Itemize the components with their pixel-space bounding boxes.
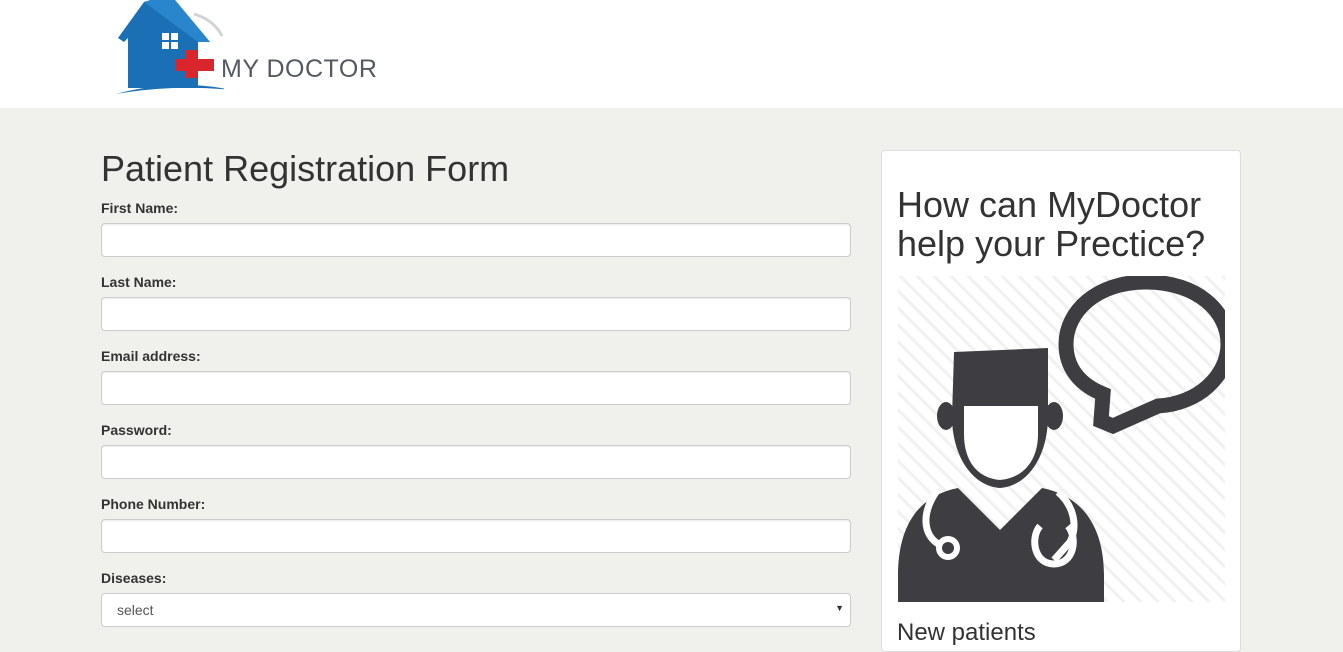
password-field: Password: [101,423,851,479]
first-name-input[interactable] [101,223,851,257]
my-doctor-logo[interactable]: MY DOCTOR [114,0,404,100]
doctor-chat-icon [898,276,1225,602]
first-name-field: First Name: [101,201,851,257]
form-title: Patient Registration Form [101,148,510,189]
diseases-selected-value: select [117,602,154,618]
last-name-label: Last Name: [101,274,177,290]
first-name-label: First Name: [101,200,179,216]
phone-number-field: Phone Number: [101,497,851,553]
diseases-select[interactable]: select ▼ [101,593,851,627]
diseases-field: Diseases: select ▼ [101,571,851,627]
email-field: Email address: [101,349,851,405]
info-panel: How can MyDoctor help your Prectice? New… [881,150,1241,652]
panel-title: How can MyDoctor help your Prectice? [897,184,1206,264]
phone-number-label: Phone Number: [101,496,206,512]
diseases-label: Diseases: [101,570,167,586]
password-label: Password: [101,422,172,438]
panel-subtitle: New patients [897,619,1036,646]
site-header: MY DOCTOR [0,0,1343,108]
email-input[interactable] [101,371,851,405]
chevron-down-icon: ▼ [835,603,844,613]
last-name-input[interactable] [101,297,851,331]
logo-text: MY DOCTOR [221,55,378,83]
main-content: Patient Registration Form First Name: La… [0,108,1343,652]
house-cross-icon [116,0,232,94]
password-input[interactable] [101,445,851,479]
email-label: Email address: [101,348,201,364]
last-name-field: Last Name: [101,275,851,331]
phone-number-input[interactable] [101,519,851,553]
